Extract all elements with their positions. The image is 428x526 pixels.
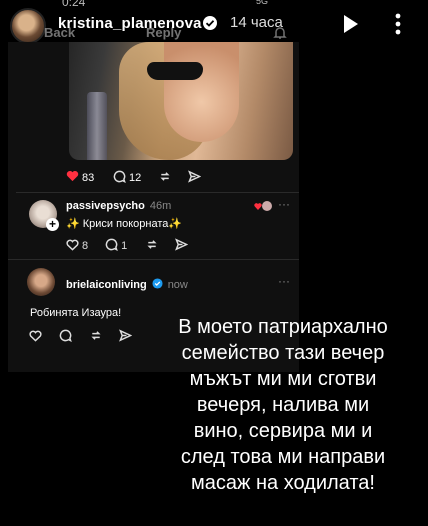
verified-badge-icon [203,16,217,30]
divider [16,192,299,193]
story-avatar[interactable] [10,8,46,44]
like-count: 83 [82,171,95,184]
caption-line: В моето патриархално [178,316,388,338]
repost-icon[interactable] [145,238,159,254]
repost-icon[interactable] [158,170,172,183]
comment-text: Робинята Изаура! [30,307,122,319]
comment-more-icon[interactable]: ··· [278,197,290,211]
story-time: 14 часа [230,14,283,31]
story-username[interactable]: kristina_plamenova [58,15,202,32]
caption-line: вино, сервира ми и [193,420,373,442]
comment-avatar[interactable] [27,268,55,296]
follow-plus-icon[interactable]: + [46,218,59,231]
comment-actions [29,329,133,345]
liked-by-author-icon [254,199,274,217]
comment-more-icon[interactable]: ··· [278,274,290,288]
divider [8,259,299,260]
story-caption: В моето патриархално семейство тази вече… [140,314,426,496]
share-icon[interactable] [188,170,201,183]
repost-icon[interactable] [89,329,103,345]
status-time: 0:24 [62,0,86,9]
share-icon[interactable] [175,238,189,254]
play-icon[interactable] [342,13,360,40]
caption-line: след това ми направи [180,446,386,468]
comment-time: 46m [149,200,172,212]
caption-line: мъжът ми ми сготви [189,368,377,390]
heart-outline-icon[interactable] [29,330,42,345]
caption-line: масаж на ходилата! [191,472,375,494]
comment-header: passivepsycho 46m [66,200,171,212]
heart-outline-icon[interactable] [66,239,79,254]
comment-header: brielaiconliving now [66,276,188,294]
comment-actions: 8 1 [66,238,189,254]
comment-reply-icon[interactable] [105,238,118,254]
heart-icon[interactable] [66,170,79,185]
post-photo[interactable] [69,42,293,160]
comment-username[interactable]: brielaiconliving [66,279,147,291]
share-icon[interactable] [119,329,133,345]
post-actions: 83 [66,170,94,185]
comment-time: now [167,279,188,291]
post-comments: 12 [113,170,141,186]
comment-icon[interactable] [113,170,126,186]
comment-like-count: 8 [82,240,89,252]
caption-line: вечеря, налива ми [196,394,370,416]
comment-reply-count: 1 [121,240,128,252]
comment-count: 12 [129,172,142,184]
comment-text: ✨ Криси покорната✨ [66,218,183,230]
more-icon[interactable] [395,12,401,41]
comment-username[interactable]: passivepsycho [66,200,145,212]
verified-badge-icon [152,276,163,294]
status-network: 5G [256,0,269,6]
caption-line: семейство тази вечер [181,342,385,364]
comment-reply-icon[interactable] [59,329,72,345]
